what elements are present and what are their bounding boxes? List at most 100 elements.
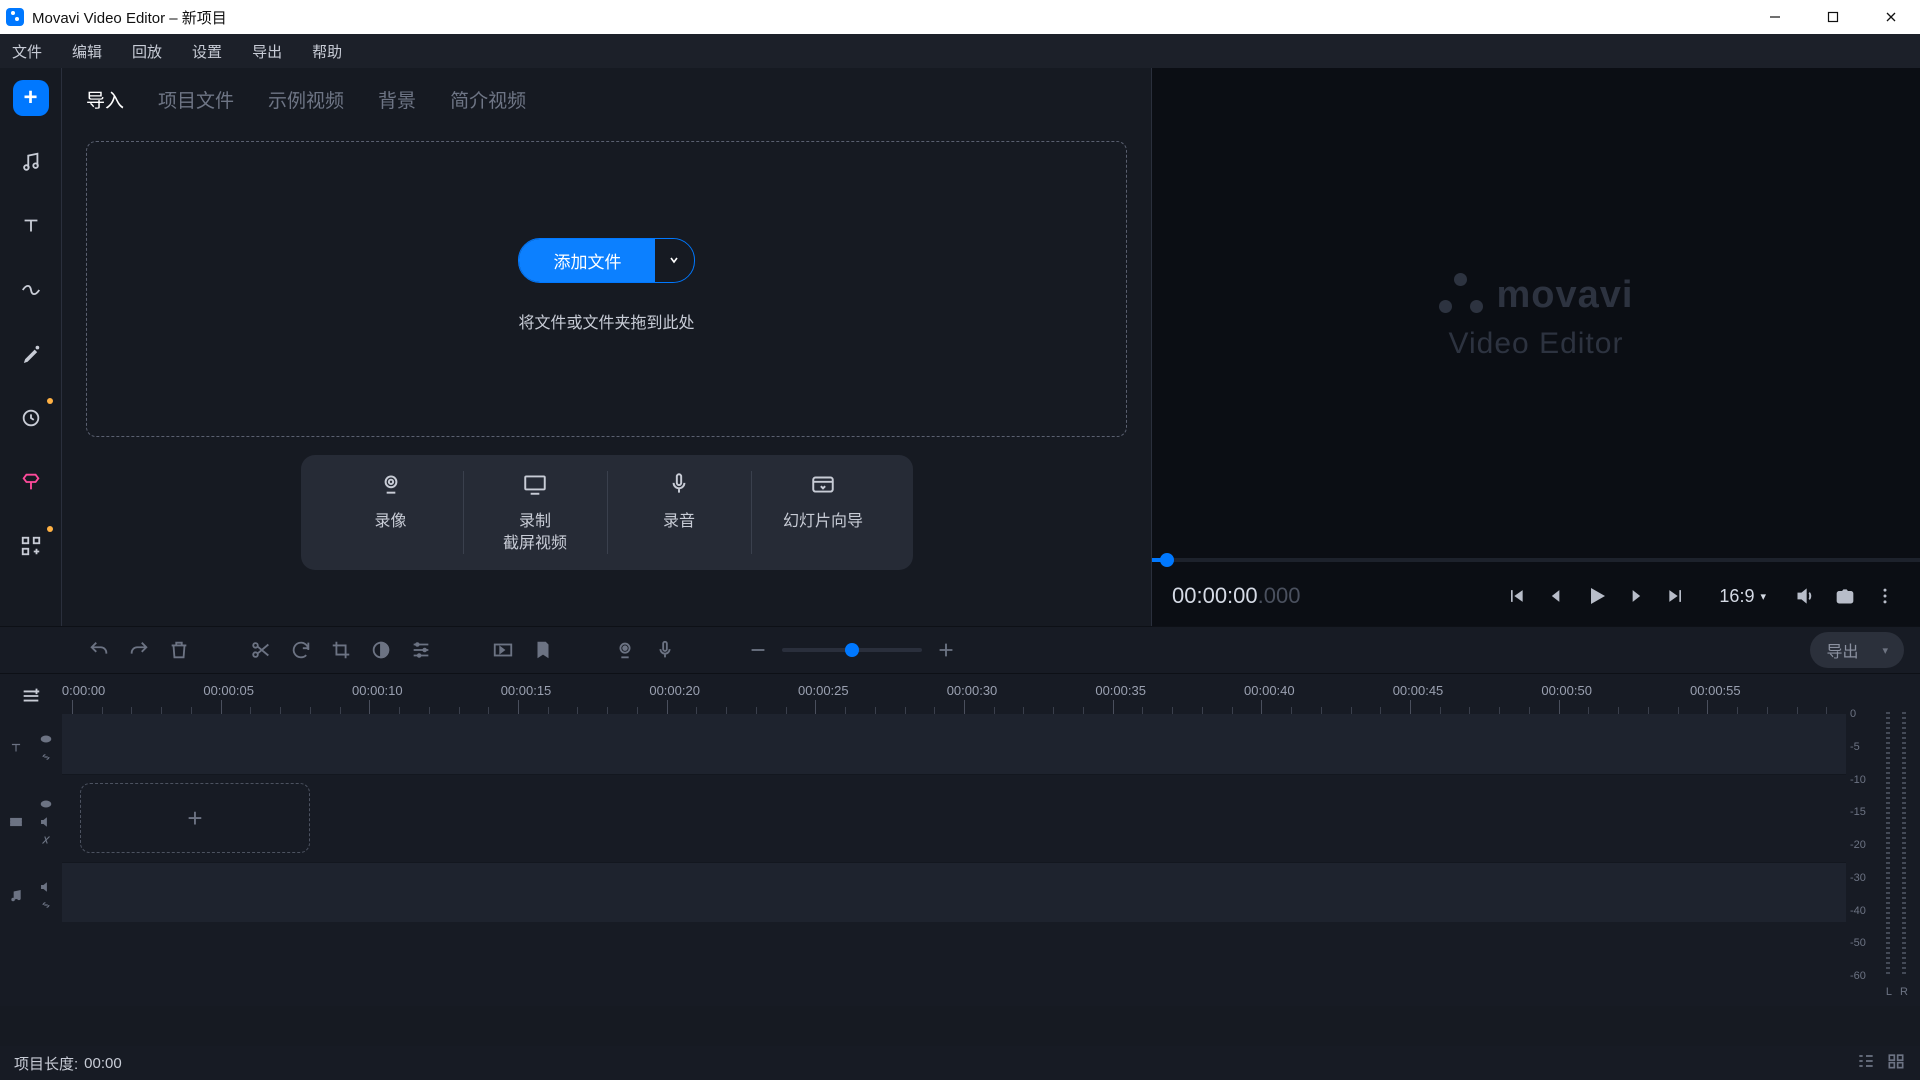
volume-button[interactable] (1790, 581, 1820, 611)
preview-panel: movavi Video Editor 00:00:00.000 16:9 ▾ (1152, 68, 1920, 626)
speaker-icon[interactable] (38, 879, 54, 895)
record-voiceover-button[interactable] (646, 631, 684, 669)
capture-camera-button[interactable]: 录像 (319, 471, 463, 554)
menu-playback[interactable]: 回放 (132, 41, 162, 62)
sidebar-audio-icon[interactable] (13, 144, 49, 180)
menu-edit[interactable]: 编辑 (72, 41, 102, 62)
capture-slideshow-button[interactable]: 幻灯片向导 (751, 471, 895, 554)
eye-icon[interactable] (38, 731, 54, 747)
aspect-ratio-dropdown[interactable]: 16:9 ▾ (1719, 586, 1766, 607)
storyboard-view-button[interactable] (1886, 1051, 1906, 1075)
track-audio[interactable] (62, 862, 1846, 922)
audio-track-icon (8, 888, 24, 904)
window-close-button[interactable] (1862, 0, 1920, 34)
capture-screen-button[interactable]: 录制 截屏视频 (463, 471, 607, 554)
link-icon[interactable] (38, 749, 54, 765)
sidebar-import-button[interactable]: + (13, 80, 49, 116)
tab-sample-video[interactable]: 示例视频 (268, 86, 344, 113)
window-minimize-button[interactable] (1746, 0, 1804, 34)
project-length-label: 项目长度: (14, 1053, 78, 1074)
sidebar-more-icon[interactable] (13, 528, 49, 564)
preview-scrubber-handle[interactable] (1160, 553, 1174, 567)
ruler-tick: 00:00:50 (1559, 700, 1564, 714)
color-adjust-button[interactable] (362, 631, 400, 669)
sidebar-elements-icon[interactable] (13, 464, 49, 500)
add-files-button[interactable]: 添加文件 (519, 239, 655, 282)
go-start-button[interactable] (1501, 581, 1531, 611)
sidebar-effects-icon[interactable] (13, 336, 49, 372)
capture-screen-label: 录制 截屏视频 (503, 511, 567, 554)
add-track-button[interactable] (0, 674, 62, 718)
tab-import[interactable]: 导入 (86, 86, 124, 113)
timeline: 00:00:0000:00:0500:00:1000:00:1500:00:20… (0, 674, 1920, 1006)
window-maximize-button[interactable] (1804, 0, 1862, 34)
meter-db-label: 0 (1850, 708, 1856, 720)
preview-more-button[interactable] (1870, 581, 1900, 611)
window-titlebar: Movavi Video Editor – 新项目 (0, 0, 1920, 34)
menu-help[interactable]: 帮助 (312, 41, 342, 62)
eye-icon[interactable] (38, 796, 54, 812)
add-files-dropdown-button[interactable] (655, 239, 693, 282)
capture-camera-label: 录像 (374, 511, 406, 533)
sidebar-stickers-icon[interactable] (13, 400, 49, 436)
split-button[interactable] (242, 631, 280, 669)
add-files-split-button: 添加文件 (518, 238, 694, 283)
meter-db-label: -15 (1850, 806, 1866, 818)
chevron-down-icon: ▾ (1760, 590, 1766, 603)
track-header-audio[interactable] (0, 866, 62, 926)
menu-export[interactable]: 导出 (252, 41, 282, 62)
preview-canvas: movavi Video Editor (1152, 68, 1920, 566)
ruler-tick: 00:00:00 (72, 700, 77, 714)
zoom-out-button[interactable] (746, 631, 770, 669)
sidebar-titles-icon[interactable] (13, 208, 49, 244)
snapshot-button[interactable] (1830, 581, 1860, 611)
menu-file[interactable]: 文件 (12, 41, 42, 62)
tab-backgrounds[interactable]: 背景 (378, 86, 416, 113)
dropzone-hint: 将文件或文件夹拖到此处 (518, 309, 694, 333)
video-track-add-button[interactable]: + (80, 783, 310, 853)
dropzone[interactable]: 添加文件 将文件或文件夹拖到此处 (86, 141, 1127, 437)
step-back-button[interactable] (1541, 581, 1571, 611)
zoom-slider[interactable] (782, 648, 922, 652)
speaker-icon[interactable] (38, 814, 54, 830)
rotate-button[interactable] (282, 631, 320, 669)
fx-icon[interactable] (38, 832, 54, 848)
audio-meter-R: R (1900, 986, 1908, 998)
text-track-icon (8, 740, 24, 756)
brand-logo-icon (1439, 273, 1483, 317)
track-video[interactable]: + (62, 774, 1846, 862)
track-text[interactable] (62, 714, 1846, 774)
transition-wizard-button[interactable] (484, 631, 522, 669)
brand-name: movavi (1497, 274, 1634, 317)
ruler-tick: 00:00:25 (815, 700, 820, 714)
ruler-tick: 00:00:15 (518, 700, 523, 714)
crop-button[interactable] (322, 631, 360, 669)
export-button[interactable]: 导出 ▾ (1810, 632, 1904, 668)
go-end-button[interactable] (1661, 581, 1691, 611)
redo-button[interactable] (120, 631, 158, 669)
timeline-view-button[interactable] (1856, 1051, 1876, 1075)
capture-audio-button[interactable]: 录音 (607, 471, 751, 554)
marker-button[interactable] (524, 631, 562, 669)
tab-project-files[interactable]: 项目文件 (158, 86, 234, 113)
audio-meter: 0-5-10-15-20-30-40-50-60 L R (1846, 674, 1920, 1006)
play-button[interactable] (1581, 581, 1611, 611)
undo-button[interactable] (80, 631, 118, 669)
menu-settings[interactable]: 设置 (192, 41, 222, 62)
delete-button[interactable] (160, 631, 198, 669)
clip-properties-button[interactable] (402, 631, 440, 669)
track-header-text[interactable] (0, 718, 62, 778)
track-header-video[interactable] (0, 778, 62, 866)
zoom-in-button[interactable] (934, 631, 958, 669)
preview-timecode: 00:00:00.000 (1172, 583, 1300, 609)
window-title: Movavi Video Editor – 新项目 (32, 7, 227, 28)
sidebar-transitions-icon[interactable] (13, 272, 49, 308)
zoom-slider-handle[interactable] (845, 643, 859, 657)
record-video-button[interactable] (606, 631, 644, 669)
link-icon[interactable] (38, 897, 54, 913)
timeline-ruler[interactable]: 00:00:0000:00:0500:00:1000:00:1500:00:20… (62, 674, 1846, 714)
tab-intro-video[interactable]: 简介视频 (450, 86, 526, 113)
project-length-value: 00:00 (84, 1055, 122, 1072)
preview-scrubber[interactable] (1152, 558, 1920, 562)
step-forward-button[interactable] (1621, 581, 1651, 611)
